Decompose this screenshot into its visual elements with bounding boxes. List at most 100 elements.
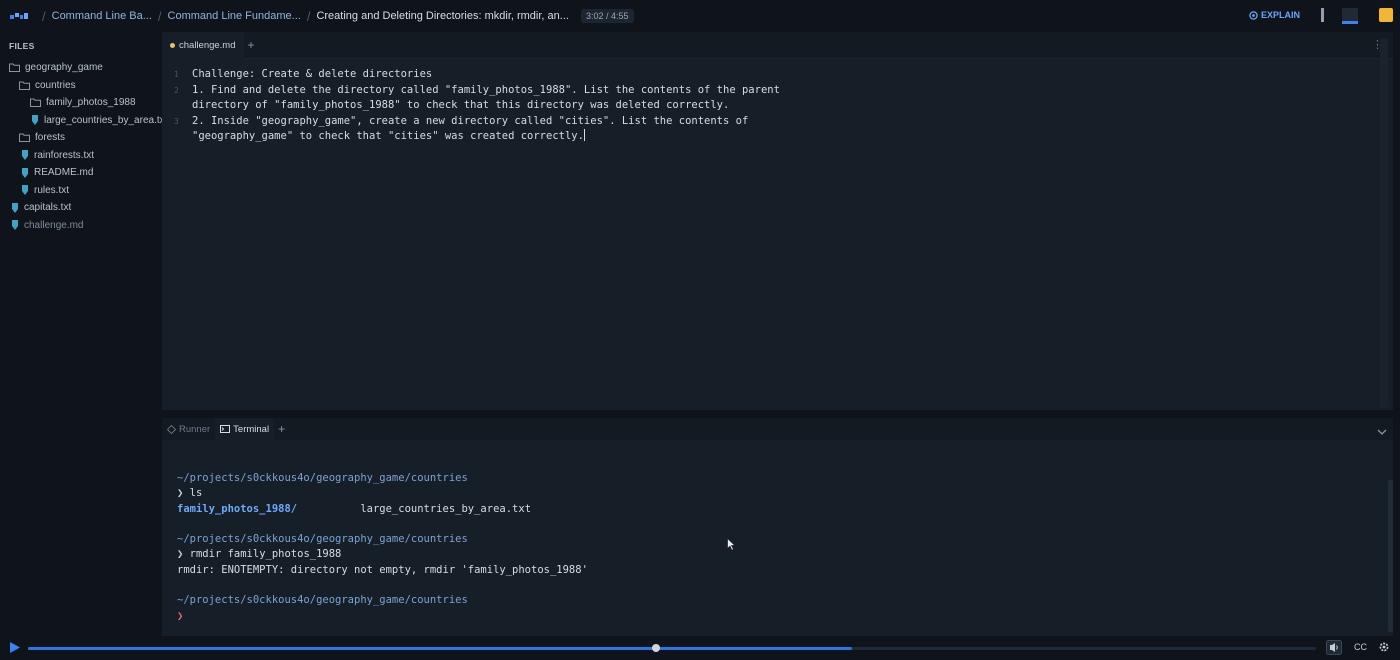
tree-item-label: README.md	[34, 167, 94, 179]
settings-gear-icon[interactable]	[1378, 641, 1390, 655]
runner-icon	[167, 424, 176, 434]
line-number: 3	[174, 116, 179, 126]
line-number: 1	[174, 70, 179, 79]
code-area[interactable]: 1 Challenge: Create & delete directories …	[162, 59, 1393, 145]
line-text: 1. Find and delete the directory called …	[192, 83, 780, 96]
tree-item-label: large_countries_by_area.txt	[44, 114, 162, 126]
ls-dir-entry: family_photos_1988/	[177, 502, 298, 515]
explain-icon	[1249, 10, 1258, 20]
editor-pane: challenge.md + ⋮ 1 Challenge: Create & de…	[162, 31, 1393, 410]
folder-icon	[19, 133, 30, 143]
tab-label: Runner	[179, 423, 211, 435]
tree-file-readme[interactable]: README.md	[0, 164, 162, 182]
tree-file-challenge[interactable]: challenge.md	[0, 217, 162, 235]
file-icon	[12, 220, 18, 231]
folder-icon	[30, 98, 41, 108]
file-icon	[22, 150, 28, 161]
tree-file-large-countries[interactable]: large_countries_by_area.txt	[0, 112, 162, 130]
explain-button[interactable]: EXPLAIN	[1249, 10, 1300, 20]
layout-toggle-icon[interactable]	[1342, 8, 1358, 24]
terminal-output[interactable]: ~/projects/s0ckkous4o/geography_game/cou…	[162, 440, 1393, 624]
line-text: directory of "family_photos_1988" to che…	[192, 99, 730, 111]
tree-folder-family-photos[interactable]: family_photos_1988	[0, 94, 162, 112]
code-line: 1 Challenge: Create & delete directories	[162, 67, 1393, 83]
breadcrumb-module[interactable]: Command Line Fundame...	[168, 10, 301, 22]
line-text: "geography_game" to check that "cities" …	[192, 130, 584, 142]
files-title: FILES	[9, 41, 35, 51]
code-line: "geography_game" to check that "cities" …	[162, 129, 1393, 145]
logo-icon[interactable]	[0, 0, 38, 32]
prompt-symbol: ❯	[177, 548, 184, 561]
play-icon[interactable]	[9, 641, 21, 659]
terminal-path: ~/projects/s0ckkous4o/geography_game/cou…	[177, 472, 468, 484]
terminal-scrollbar[interactable]	[1388, 480, 1393, 632]
breadcrumb: / Command Line Ba... / Command Line Fundam…	[38, 9, 634, 24]
tree-file-rainforests[interactable]: rainforests.txt	[0, 147, 162, 165]
line-text: Challenge: Create & delete directories	[192, 68, 433, 80]
ls-output: family_photos_1988/ large_countries_by_a…	[177, 502, 1393, 517]
tree-file-rules[interactable]: rules.txt	[0, 182, 162, 200]
line-number	[162, 129, 192, 145]
folder-open-icon	[19, 81, 30, 90]
command-text: rmdir family_photos_1988	[189, 548, 342, 561]
tree-item-label: rainforests.txt	[34, 149, 95, 161]
divider-icon	[1321, 8, 1324, 22]
tree-file-capitals[interactable]: capitals.txt	[0, 199, 162, 217]
captions-button[interactable]: CC	[1354, 642, 1367, 652]
top-bar: / Command Line Ba... / Command Line Fundam…	[0, 0, 1400, 32]
editor-scrollbar[interactable]	[1380, 38, 1388, 408]
tree-item-label: challenge.md	[24, 219, 84, 231]
ls-file-entry: large_countries_by_area.txt	[360, 502, 532, 515]
progress-track[interactable]	[28, 647, 1316, 650]
line-number	[162, 98, 192, 114]
tree-item-label: countries	[35, 79, 76, 91]
tree-folder-countries[interactable]: countries	[0, 77, 162, 95]
tree-item-label: forests	[35, 132, 66, 144]
terminal-tabs: Runner Terminal +	[162, 418, 1393, 440]
folder-open-icon	[9, 63, 20, 73]
chevron-down-icon[interactable]	[1377, 422, 1387, 440]
tree-item-label: rules.txt	[34, 184, 70, 196]
breadcrumb-course[interactable]: Command Line Ba...	[52, 10, 152, 22]
tree-folder-forests[interactable]: forests	[0, 129, 162, 147]
terminal-pane: Runner Terminal + ~/projects/s0ckkous4o/…	[162, 418, 1393, 636]
tree-folder-geography-game[interactable]: geography_game	[0, 59, 162, 77]
editor-tabs: challenge.md +	[162, 31, 1393, 59]
tab-terminal[interactable]: Terminal	[215, 418, 275, 440]
prompt-symbol: ❯	[177, 487, 184, 500]
terminal-command: ❯ rmdir family_photos_1988	[177, 547, 1393, 562]
tab-runner[interactable]: Runner	[162, 418, 215, 440]
add-tab-button[interactable]: +	[248, 38, 255, 52]
file-icon	[12, 202, 18, 213]
lesson-timer: 3:02 / 4:55	[580, 9, 634, 23]
add-terminal-button[interactable]: +	[278, 422, 285, 436]
mouse-pointer-icon	[727, 538, 736, 551]
terminal-path: ~/projects/s0ckkous4o/geography_game/cou…	[177, 594, 468, 607]
file-icon	[22, 167, 28, 178]
line-number: 2	[174, 85, 179, 95]
file-icon	[32, 115, 38, 126]
progress-knob[interactable]	[652, 644, 660, 652]
terminal-icon	[220, 425, 231, 433]
tab-label: Terminal	[233, 423, 270, 435]
error-output: rmdir: ENOTEMPTY: directory not empty, r…	[177, 563, 588, 576]
code-line: directory of "family_photos_1988" to che…	[162, 98, 1393, 114]
line-text: 2. Inside "geography_game", create a new…	[192, 114, 749, 127]
terminal-prompt-line: ❯	[177, 609, 1393, 624]
notes-icon[interactable]	[1379, 8, 1393, 22]
file-explorer: FILES geography_game countries family_ph…	[0, 32, 162, 636]
terminal-command: ❯ ls	[177, 486, 1393, 501]
tree-item-label: geography_game	[25, 62, 103, 74]
video-player-bar: CC	[0, 636, 1400, 660]
prompt-symbol: ❯	[177, 609, 184, 622]
audio-icon[interactable]	[1326, 640, 1342, 657]
command-text: ls	[189, 487, 203, 500]
code-line: 3 2. Inside "geography_game", create a ne…	[162, 114, 1393, 130]
tab-challenge-md[interactable]: challenge.md	[162, 31, 244, 59]
terminal-path: ~/projects/s0ckkous4o/geography_game/cou…	[177, 533, 468, 546]
progress-fill	[28, 647, 853, 650]
text-cursor	[583, 129, 585, 141]
breadcrumb-lesson: Creating and Deleting Directories: mkdir…	[316, 10, 569, 22]
